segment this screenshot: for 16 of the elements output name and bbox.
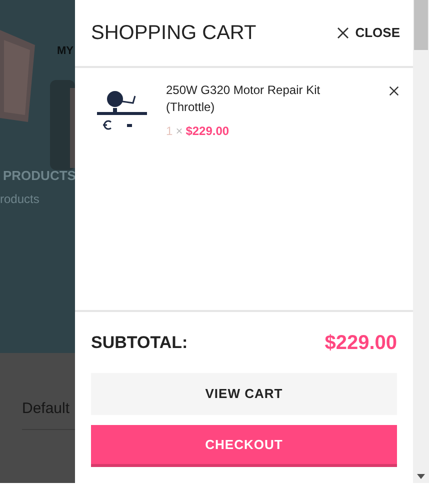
remove-icon [389,86,399,96]
multiply-sign: × [176,123,183,140]
subtotal-label: SUBTOTAL: [91,332,188,354]
scrollbar-thumb[interactable] [414,0,428,50]
view-cart-button[interactable]: VIEW CART [91,373,397,415]
item-quantity: 1 [166,123,173,140]
cart-title: SHOPPING CART [91,21,256,46]
product-name[interactable]: 250W G320 Motor Repair Kit (Throttle) [166,82,366,116]
item-price: $229.00 [186,123,230,140]
close-icon [337,27,350,39]
section-subtext: roducts [0,191,40,208]
scrollbar[interactable] [413,0,429,483]
scroll-down-icon[interactable] [417,474,425,479]
remove-item-button[interactable] [389,84,399,98]
close-button[interactable]: CLOSE [337,23,400,43]
subtotal-amount: $229.00 [324,330,397,356]
